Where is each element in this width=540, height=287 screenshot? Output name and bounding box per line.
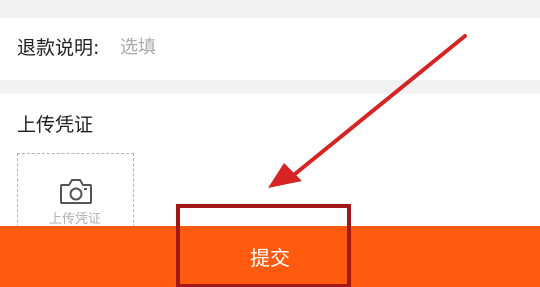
- submit-label: 提交: [250, 246, 290, 270]
- submit-button[interactable]: 提交: [0, 226, 540, 287]
- upload-title: 上传凭证: [17, 114, 94, 136]
- refund-note-label: 退款说明:: [17, 37, 100, 59]
- top-strip: [0, 0, 540, 18]
- section-divider: [0, 80, 540, 94]
- camera-icon: [60, 179, 92, 204]
- refund-note-input[interactable]: [120, 31, 420, 63]
